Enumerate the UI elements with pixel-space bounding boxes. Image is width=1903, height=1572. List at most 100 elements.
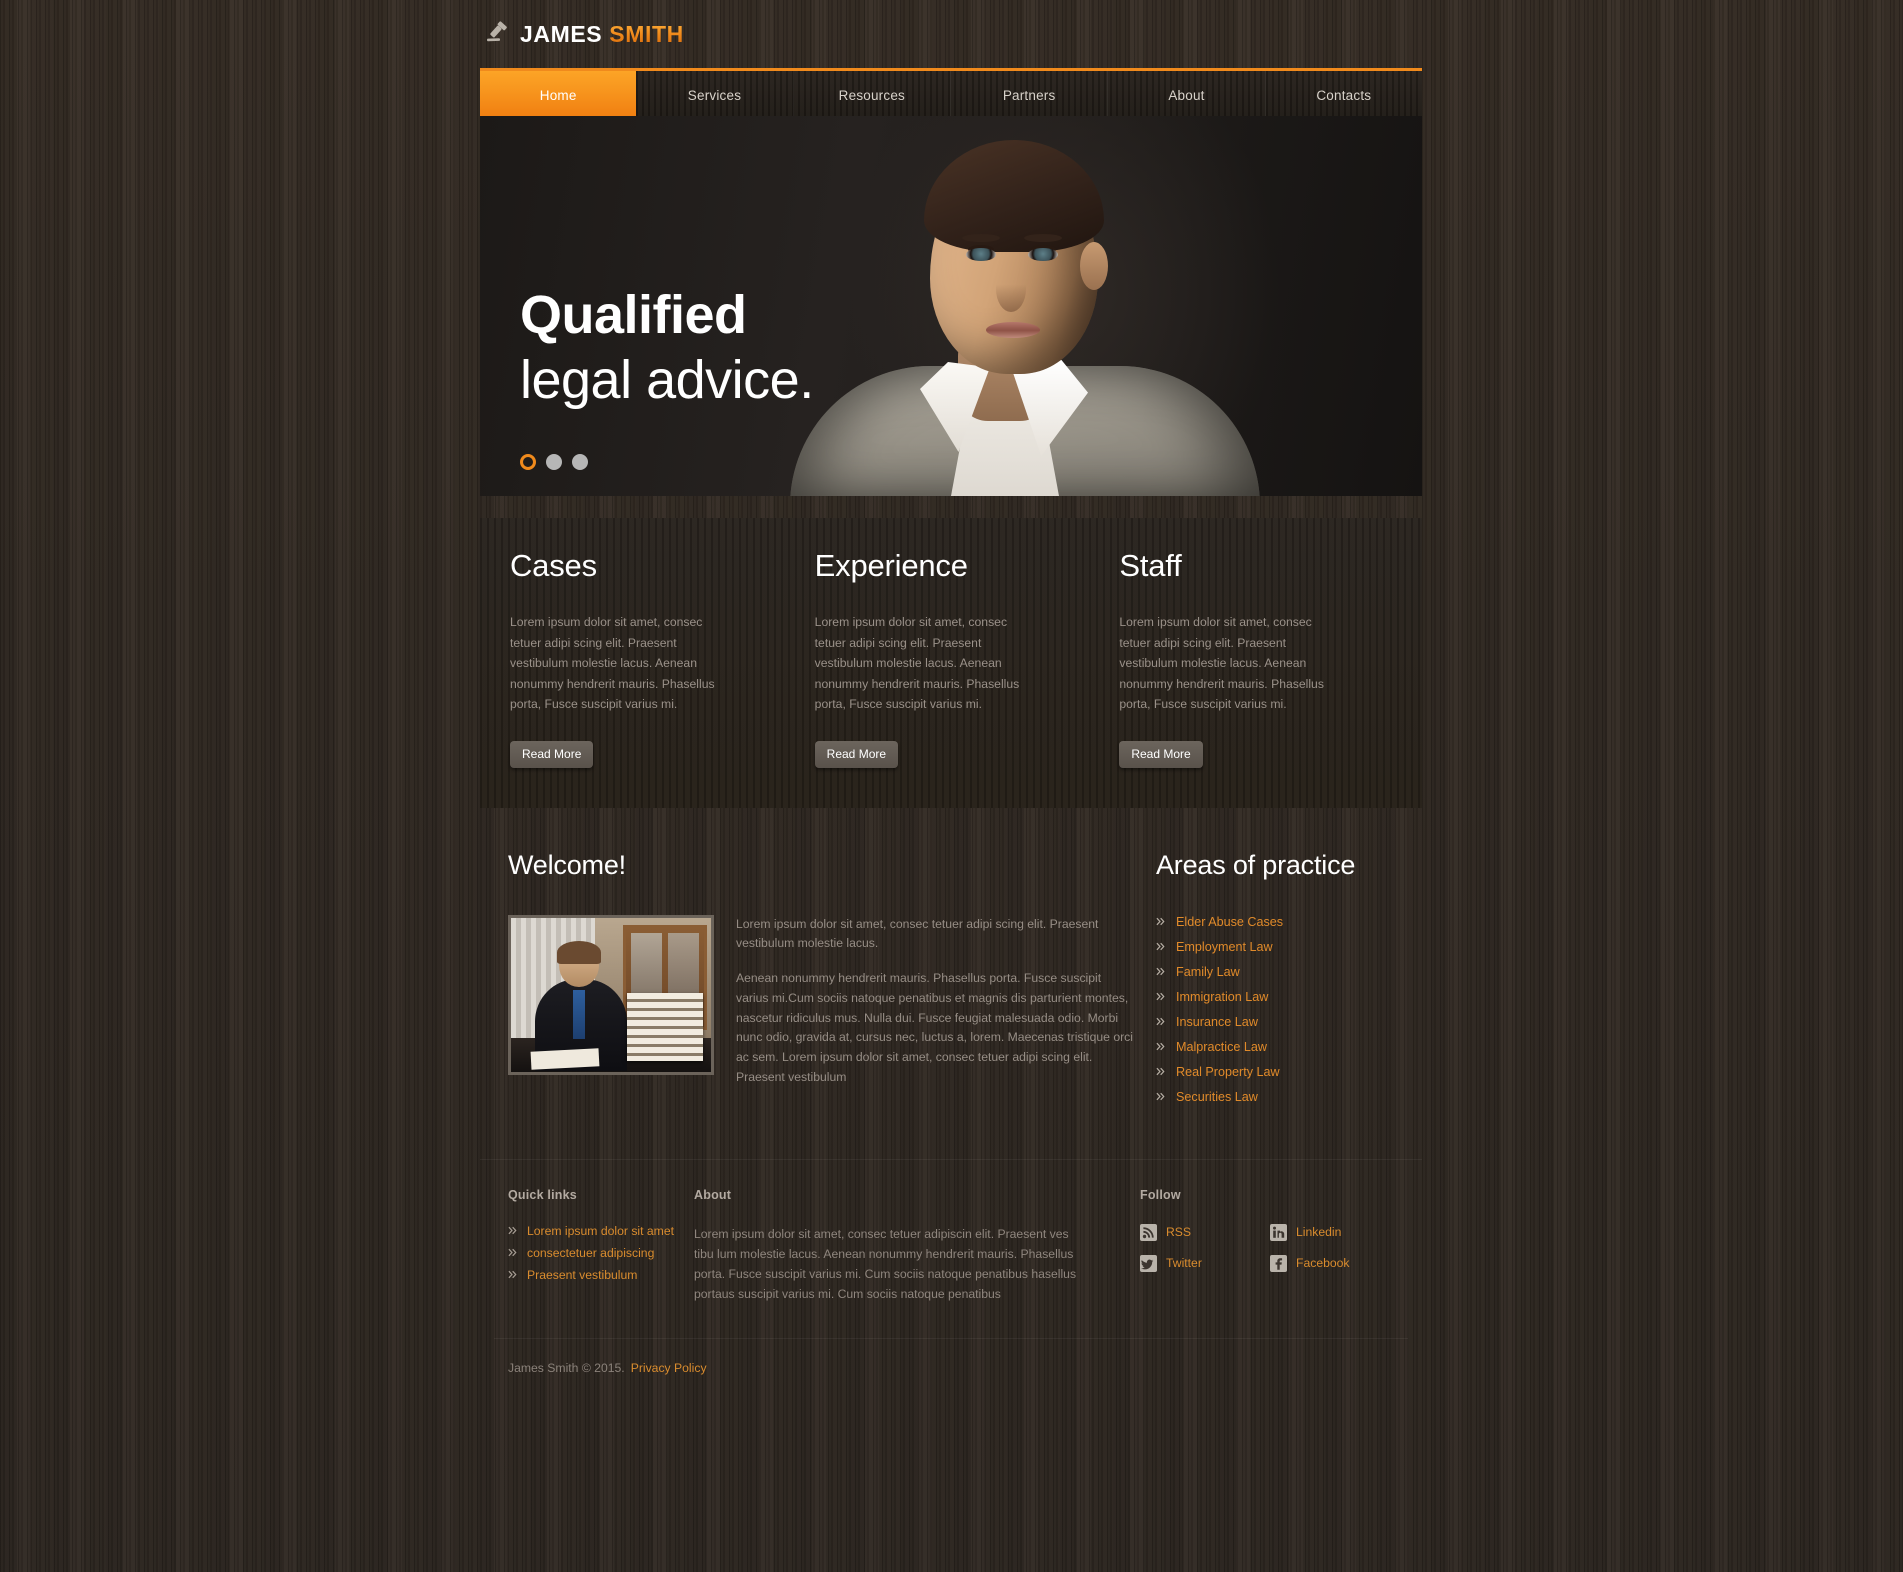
hero-pagination[interactable] <box>520 454 588 470</box>
arrow-right-icon <box>1156 942 1165 951</box>
footer-about: About Lorem ipsum dolor sit amet, consec… <box>694 1188 1084 1304</box>
arrow-right-icon <box>1156 917 1165 926</box>
list-item: Immigration Law <box>1156 990 1408 1004</box>
welcome-text: Lorem ipsum dolor sit amet, consec tetue… <box>736 915 1134 1103</box>
welcome-paragraph-1: Lorem ipsum dolor sit amet, consec tetue… <box>736 916 1099 951</box>
welcome-paragraph-2: Aenean nonummy hendrerit mauris. Phasell… <box>736 971 1133 1084</box>
practice-link-label: Securities Law <box>1176 1089 1258 1104</box>
read-more-button-experience[interactable]: Read More <box>814 740 899 768</box>
footer-link-1[interactable]: Lorem ipsum dolor sit amet <box>508 1224 694 1238</box>
site-footer: Quick links Lorem ipsum dolor sit amet c… <box>480 1158 1422 1304</box>
arrow-right-icon <box>1156 1042 1165 1051</box>
nav-item-services[interactable]: Services <box>636 71 794 119</box>
footer-quick-links: Quick links Lorem ipsum dolor sit amet c… <box>494 1188 694 1304</box>
copyright-bar: James Smith © 2015. Privacy Policy <box>494 1337 1408 1375</box>
footer-link-label: consectetuer adipiscing <box>527 1245 655 1260</box>
practice-link-label: Malpractice Law <box>1176 1039 1267 1054</box>
hero-heading-line1: Qualified <box>520 285 747 345</box>
nav-item-partners[interactable]: Partners <box>951 71 1109 119</box>
footer-quick-links-title: Quick links <box>508 1187 577 1202</box>
footer-link-3[interactable]: Praesent vestibulum <box>508 1268 694 1282</box>
arrow-right-icon <box>508 1248 517 1257</box>
list-item: Securities Law <box>1156 1090 1408 1104</box>
hero-dot-3[interactable] <box>572 454 588 470</box>
list-item: Real Property Law <box>1156 1065 1408 1079</box>
hero-slider[interactable]: Qualified legal advice. <box>480 116 1422 496</box>
social-link-rss[interactable]: RSS <box>1140 1223 1228 1241</box>
arrow-right-icon <box>508 1270 517 1279</box>
nav-item-about[interactable]: About <box>1108 71 1266 119</box>
social-link-twitter[interactable]: Twitter <box>1140 1254 1228 1272</box>
feature-card-staff: Staff Lorem ipsum dolor sit amet, consec… <box>1103 548 1408 768</box>
welcome-body: Lorem ipsum dolor sit amet, consec tetue… <box>508 914 1134 1103</box>
main-navigation[interactable]: Home Services Resources Partners About C… <box>480 68 1422 119</box>
footer-follow-title: Follow <box>1140 1187 1181 1202</box>
feature-title: Cases <box>510 548 597 583</box>
hero-dot-1[interactable] <box>520 454 536 470</box>
footer-link-label: Praesent vestibulum <box>527 1267 638 1282</box>
practice-link-real-property-law[interactable]: Real Property Law <box>1156 1065 1408 1079</box>
social-link-facebook[interactable]: Facebook <box>1270 1254 1408 1272</box>
practice-link-label: Immigration Law <box>1176 989 1269 1004</box>
main-content: Welcome! Lorem ipsum dolor sit amet, con… <box>480 808 1422 1115</box>
arrow-right-icon <box>1156 1092 1165 1101</box>
practice-link-label: Insurance Law <box>1176 1014 1258 1029</box>
logo-text: JAMES SMITH <box>520 20 684 47</box>
feature-text: Lorem ipsum dolor sit amet, consec tetue… <box>814 615 1020 711</box>
nav-item-resources[interactable]: Resources <box>794 71 951 119</box>
practice-link-label: Family Law <box>1176 964 1240 979</box>
practice-link-label: Elder Abuse Cases <box>1176 914 1284 929</box>
arrow-right-icon <box>1156 1067 1165 1076</box>
read-more-button-staff[interactable]: Read More <box>1119 740 1203 768</box>
social-link-linkedin[interactable]: Linkedin <box>1270 1223 1408 1241</box>
hero-dot-2[interactable] <box>546 454 562 470</box>
feature-text: Lorem ipsum dolor sit amet, consec tetue… <box>1119 615 1324 711</box>
footer-link-label: Lorem ipsum dolor sit amet <box>527 1223 674 1238</box>
practice-link-employment-law[interactable]: Employment Law <box>1156 940 1408 954</box>
site-header: JAMES SMITH <box>480 0 1422 68</box>
footer-links-list: Lorem ipsum dolor sit amet consectetuer … <box>508 1224 694 1282</box>
practice-link-securities-law[interactable]: Securities Law <box>1156 1090 1408 1104</box>
practice-link-elder-abuse-cases[interactable]: Elder Abuse Cases <box>1156 915 1408 929</box>
feature-text: Lorem ipsum dolor sit amet, consec tetue… <box>510 615 715 711</box>
read-more-button-cases[interactable]: Read More <box>510 740 594 768</box>
gavel-icon <box>484 21 510 47</box>
welcome-photo <box>508 914 714 1075</box>
privacy-policy-link[interactable]: Privacy Policy <box>631 1361 707 1375</box>
practice-link-immigration-law[interactable]: Immigration Law <box>1156 990 1408 1004</box>
arrow-right-icon <box>508 1226 517 1235</box>
social-link-label: Linkedin <box>1296 1225 1342 1239</box>
social-link-label: Facebook <box>1296 1256 1350 1270</box>
arrow-right-icon <box>1156 967 1165 976</box>
practice-link-label: Employment Law <box>1176 939 1273 954</box>
feature-card-experience: Experience Lorem ipsum dolor sit amet, c… <box>799 548 1104 768</box>
hero-portrait-image <box>780 116 1260 496</box>
footer-link-2[interactable]: consectetuer adipiscing <box>508 1246 694 1260</box>
nav-item-contacts[interactable]: Contacts <box>1266 71 1422 119</box>
arrow-right-icon <box>1156 992 1165 1001</box>
logo-last-name: SMITH <box>609 20 684 47</box>
list-item: Malpractice Law <box>1156 1040 1408 1054</box>
areas-of-practice-section: Areas of practice Elder Abuse Cases Empl… <box>1134 850 1408 1115</box>
copyright-text: James Smith © 2015. <box>508 1360 625 1375</box>
linkedin-icon <box>1270 1223 1287 1241</box>
practice-link-family-law[interactable]: Family Law <box>1156 965 1408 979</box>
social-links: RSS Linkedin Twitter Facebook <box>1140 1223 1408 1272</box>
practice-link-insurance-law[interactable]: Insurance Law <box>1156 1015 1408 1029</box>
list-item: consectetuer adipiscing <box>508 1246 694 1260</box>
hero-heading: Qualified legal advice. <box>520 285 814 411</box>
social-link-label: RSS <box>1166 1225 1192 1239</box>
practice-list: Elder Abuse Cases Employment Law Family … <box>1156 915 1408 1104</box>
facebook-icon <box>1270 1254 1287 1272</box>
features-band: Cases Lorem ipsum dolor sit amet, consec… <box>480 518 1422 808</box>
list-item: Elder Abuse Cases <box>1156 915 1408 929</box>
rss-icon <box>1140 1223 1157 1241</box>
hero-heading-line2: legal advice. <box>520 350 814 411</box>
feature-title: Experience <box>814 548 968 583</box>
feature-title: Staff <box>1119 548 1182 583</box>
footer-about-title: About <box>694 1187 732 1202</box>
nav-item-home[interactable]: Home <box>480 71 637 119</box>
page-root: JAMES SMITH Home Services Resources Part… <box>0 0 1903 1572</box>
practice-link-malpractice-law[interactable]: Malpractice Law <box>1156 1040 1408 1054</box>
site-logo[interactable]: JAMES SMITH <box>484 21 684 47</box>
